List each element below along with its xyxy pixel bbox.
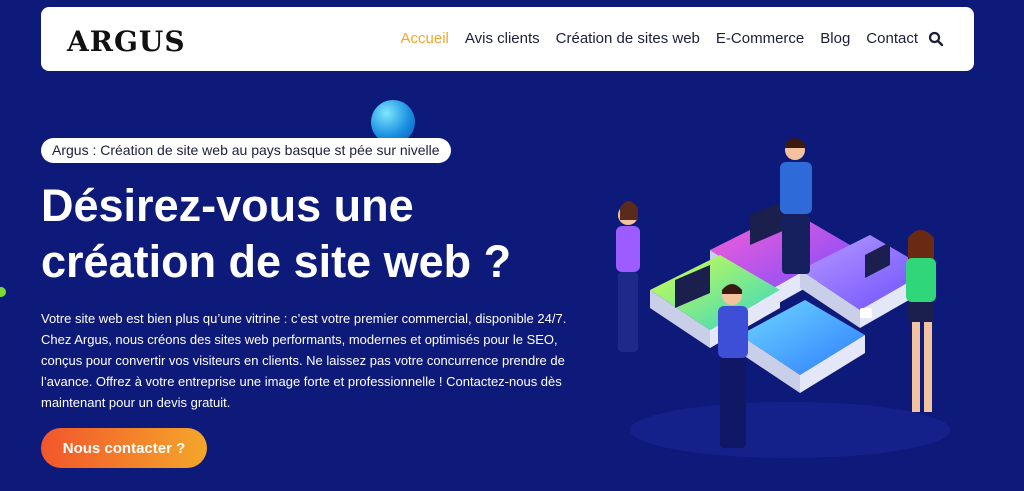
headline-line-1: Désirez-vous une: [41, 180, 414, 231]
top-navbar: ARGUS Accueil Avis clients Création de s…: [41, 7, 974, 71]
contact-cta-button[interactable]: Nous contacter ?: [41, 428, 207, 468]
nav-blog[interactable]: Blog: [820, 30, 850, 47]
hero-description: Votre site web est bien plus qu’une vitr…: [41, 311, 567, 410]
main-nav: Accueil Avis clients Création de sites w…: [401, 30, 918, 47]
nav-avis-clients[interactable]: Avis clients: [465, 30, 540, 47]
nav-accueil[interactable]: Accueil: [401, 30, 449, 47]
nav-e-commerce[interactable]: E-Commerce: [716, 30, 804, 47]
hero-tagline-badge: Argus : Création de site web au pays bas…: [41, 138, 451, 163]
headline-line-2: création de site web ?: [41, 236, 512, 287]
logo[interactable]: ARGUS: [67, 25, 186, 58]
nav-contact[interactable]: Contact: [866, 30, 918, 47]
hero-headline: Désirez-vous une création de site web ?: [41, 178, 601, 290]
decorative-dot: [0, 287, 6, 297]
search-icon[interactable]: [928, 31, 944, 47]
nav-creation-sites-web[interactable]: Création de sites web: [556, 30, 700, 47]
team-puzzle-illustration: [616, 138, 950, 458]
